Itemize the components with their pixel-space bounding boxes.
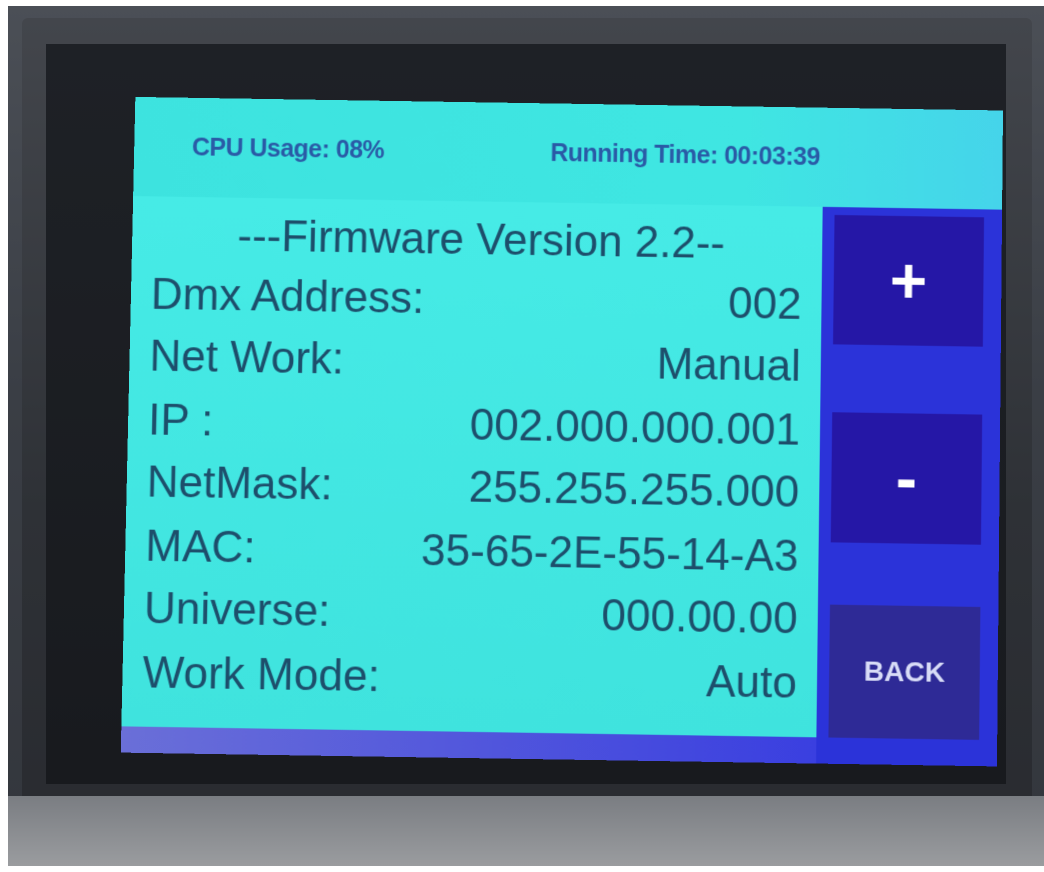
running-time-text: Running Time: 00:03:39 xyxy=(550,139,820,172)
status-bar: CPU Usage: 08% Running Time: 00:03:39 xyxy=(133,97,1003,210)
mac-value: 35-65-2E-55-14-A3 xyxy=(421,518,799,590)
cpu-usage-text: CPU Usage: 08% xyxy=(192,133,385,165)
network-value: Manual xyxy=(656,332,801,400)
back-button[interactable]: BACK xyxy=(828,605,980,740)
netmask-value: 255.255.255.000 xyxy=(468,455,800,526)
lcd-screen: CPU Usage: 08% Running Time: 00:03:39 --… xyxy=(121,97,1003,766)
side-button-panel: + - BACK xyxy=(816,207,1002,767)
device-base xyxy=(8,796,1044,866)
universe-value: 000.00.00 xyxy=(601,583,798,652)
info-panel: ---Firmware Version 2.2-- Dmx Address: 0… xyxy=(121,196,822,737)
universe-label: Universe: xyxy=(143,576,331,645)
dmx-address-value: 002 xyxy=(728,271,802,338)
ip-value: 002.000.000.001 xyxy=(469,393,800,464)
work-mode-row: Work Mode: Auto xyxy=(142,640,805,717)
decrement-button[interactable]: - xyxy=(831,412,982,545)
mac-label: MAC: xyxy=(145,514,257,582)
work-mode-label: Work Mode: xyxy=(142,640,381,710)
increment-button[interactable]: + xyxy=(833,215,984,347)
ip-label: IP : xyxy=(147,388,214,455)
dmx-address-label: Dmx Address: xyxy=(150,262,425,332)
network-label: Net Work: xyxy=(149,324,345,393)
device-photo: CPU Usage: 08% Running Time: 00:03:39 --… xyxy=(8,6,1044,866)
work-mode-value: Auto xyxy=(706,649,798,717)
netmask-label: NetMask: xyxy=(146,449,333,518)
